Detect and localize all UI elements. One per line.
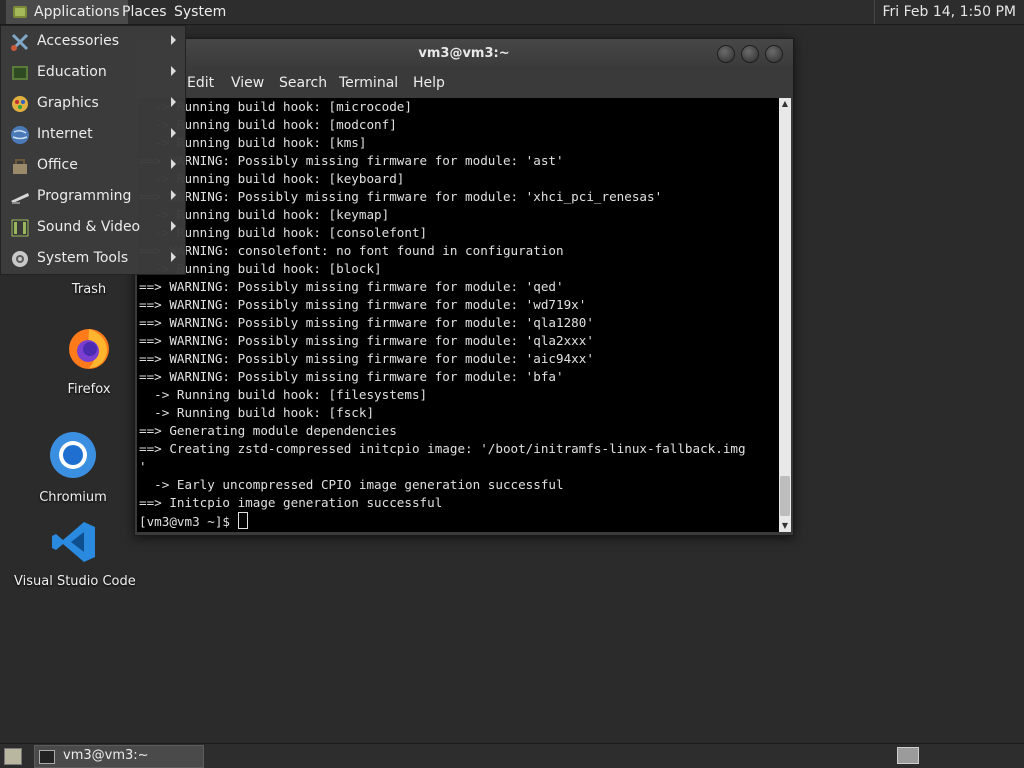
terminal-icon <box>39 750 55 764</box>
firefox-icon <box>69 329 109 369</box>
graphics-icon <box>12 96 28 112</box>
terminal-scrollbar[interactable]: ▲ ▼ <box>779 98 791 532</box>
terminal-line: ==> WARNING: consolefont: no font found … <box>139 243 564 258</box>
terminal-line: -> Running build hook: [keymap] <box>139 207 390 222</box>
trash-label: Trash <box>71 282 107 297</box>
taskbar-terminal-button[interactable]: vm3@vm3:~ <box>34 745 204 768</box>
places-menu-button[interactable]: Places <box>116 0 173 24</box>
applications-menu-button[interactable]: Applications <box>6 0 128 24</box>
show-desktop-button[interactable] <box>4 748 22 765</box>
terminal-window[interactable]: vm3@vm3:~ Edit View Search Terminal Help… <box>134 38 794 536</box>
programming-icon <box>11 193 29 204</box>
desktop-icon-chromium[interactable]: Chromium <box>28 430 118 505</box>
office-icon <box>13 159 27 174</box>
sound-video-icon <box>11 219 29 237</box>
chevron-right-icon <box>171 35 176 45</box>
desktop-icon-trash[interactable]: Trash <box>54 276 124 297</box>
menu-item-graphics[interactable]: Graphics <box>1 88 185 119</box>
menu-edit[interactable]: Edit <box>187 75 214 91</box>
top-panel: Applications Places System Fri Feb 14, 1… <box>0 0 1024 25</box>
desktop-icon-firefox[interactable]: Firefox <box>44 324 134 397</box>
terminal-prompt-line[interactable]: [vm3@vm3 ~]$ <box>139 512 781 530</box>
minimize-button[interactable] <box>717 45 735 63</box>
chevron-right-icon <box>171 190 176 200</box>
internet-icon <box>11 126 29 144</box>
applications-label: Applications <box>34 4 120 20</box>
terminal-line: ==> Initcpio image generation successful <box>139 495 443 510</box>
applications-icon <box>13 6 27 18</box>
menu-help[interactable]: Help <box>413 75 445 91</box>
terminal-line: -> Running build hook: [consolefont] <box>139 225 428 240</box>
menu-item-office[interactable]: Office <box>1 150 185 181</box>
firefox-label: Firefox <box>67 382 111 397</box>
terminal-line: ==> Creating zstd-compressed initcpio im… <box>139 441 746 456</box>
terminal-prompt: [vm3@vm3 ~]$ <box>139 514 238 529</box>
menu-item-education[interactable]: Education <box>1 57 185 88</box>
chevron-right-icon <box>171 128 176 138</box>
terminal-line: -> Running build hook: [block] <box>139 261 382 276</box>
menu-item-internet[interactable]: Internet <box>1 119 185 150</box>
desktop-icon-vscode[interactable]: Visual Studio Code <box>14 520 136 589</box>
bottom-panel: vm3@vm3:~ <box>0 743 1024 768</box>
menu-item-programming[interactable]: Programming <box>1 181 185 212</box>
menu-view[interactable]: View <box>231 75 264 91</box>
terminal-cursor <box>237 512 248 529</box>
close-button[interactable] <box>765 45 783 63</box>
chevron-right-icon <box>171 66 176 76</box>
scroll-thumb[interactable] <box>780 476 790 516</box>
terminal-menubar: Edit View Search Terminal Help <box>135 69 793 97</box>
maximize-button[interactable] <box>741 45 759 63</box>
scroll-down-icon[interactable]: ▼ <box>779 520 791 532</box>
chromium-icon <box>50 432 96 478</box>
menu-item-sound-video[interactable]: Sound & Video <box>1 212 185 243</box>
workspace-switcher[interactable] <box>897 747 919 764</box>
terminal-line: -> Running build hook: [filesystems] <box>139 387 428 402</box>
terminal-line: -> Running build hook: [modconf] <box>139 117 397 132</box>
terminal-titlebar[interactable]: vm3@vm3:~ <box>135 39 793 69</box>
clock[interactable]: Fri Feb 14, 1:50 PM <box>873 0 1024 24</box>
terminal-line: -> Running build hook: [microcode] <box>139 99 412 114</box>
chevron-right-icon <box>171 221 176 231</box>
applications-dropdown: Accessories Education Graphics Internet … <box>0 25 186 275</box>
chevron-right-icon <box>171 252 176 262</box>
terminal-line: ==> WARNING: Possibly missing firmware f… <box>139 153 564 168</box>
menu-item-system-tools[interactable]: System Tools <box>1 243 185 274</box>
system-tools-icon <box>12 251 28 267</box>
system-menu-button[interactable]: System <box>168 0 232 24</box>
terminal-line: -> Running build hook: [fsck] <box>139 405 375 420</box>
menu-terminal[interactable]: Terminal <box>339 75 398 91</box>
menu-search[interactable]: Search <box>279 75 327 91</box>
scroll-up-icon[interactable]: ▲ <box>779 98 791 110</box>
terminal-line: ==> WARNING: Possibly missing firmware f… <box>139 279 564 294</box>
terminal-title: vm3@vm3:~ <box>418 46 510 61</box>
chromium-label: Chromium <box>39 490 107 505</box>
education-icon <box>12 66 28 80</box>
vscode-label: Visual Studio Code <box>14 574 136 589</box>
terminal-lines: -> Running build hook: [microcode] -> Ru… <box>139 98 781 512</box>
terminal-line: -> Running build hook: [keyboard] <box>139 171 405 186</box>
chevron-right-icon <box>171 97 176 107</box>
vscode-icon <box>52 522 95 562</box>
terminal-line: ==> WARNING: Possibly missing firmware f… <box>139 333 594 348</box>
terminal-line: ==> WARNING: Possibly missing firmware f… <box>139 315 594 330</box>
terminal-line: ==> WARNING: Possibly missing firmware f… <box>139 189 663 204</box>
chevron-right-icon <box>171 159 176 169</box>
terminal-line: -> Running build hook: [kms] <box>139 135 367 150</box>
taskbar-terminal-label: vm3@vm3:~ <box>63 748 149 763</box>
menu-item-accessories[interactable]: Accessories <box>1 26 185 57</box>
terminal-line: ==> WARNING: Possibly missing firmware f… <box>139 369 564 384</box>
terminal-line: ==> Generating module dependencies <box>139 423 397 438</box>
terminal-line: -> Early uncompressed CPIO image generat… <box>139 477 564 492</box>
terminal-line: ==> WARNING: Possibly missing firmware f… <box>139 351 594 366</box>
accessories-icon <box>11 33 29 51</box>
terminal-line: ==> WARNING: Possibly missing firmware f… <box>139 297 587 312</box>
terminal-output[interactable]: -> Running build hook: [microcode] -> Ru… <box>137 98 781 532</box>
terminal-line: ' <box>139 459 147 474</box>
